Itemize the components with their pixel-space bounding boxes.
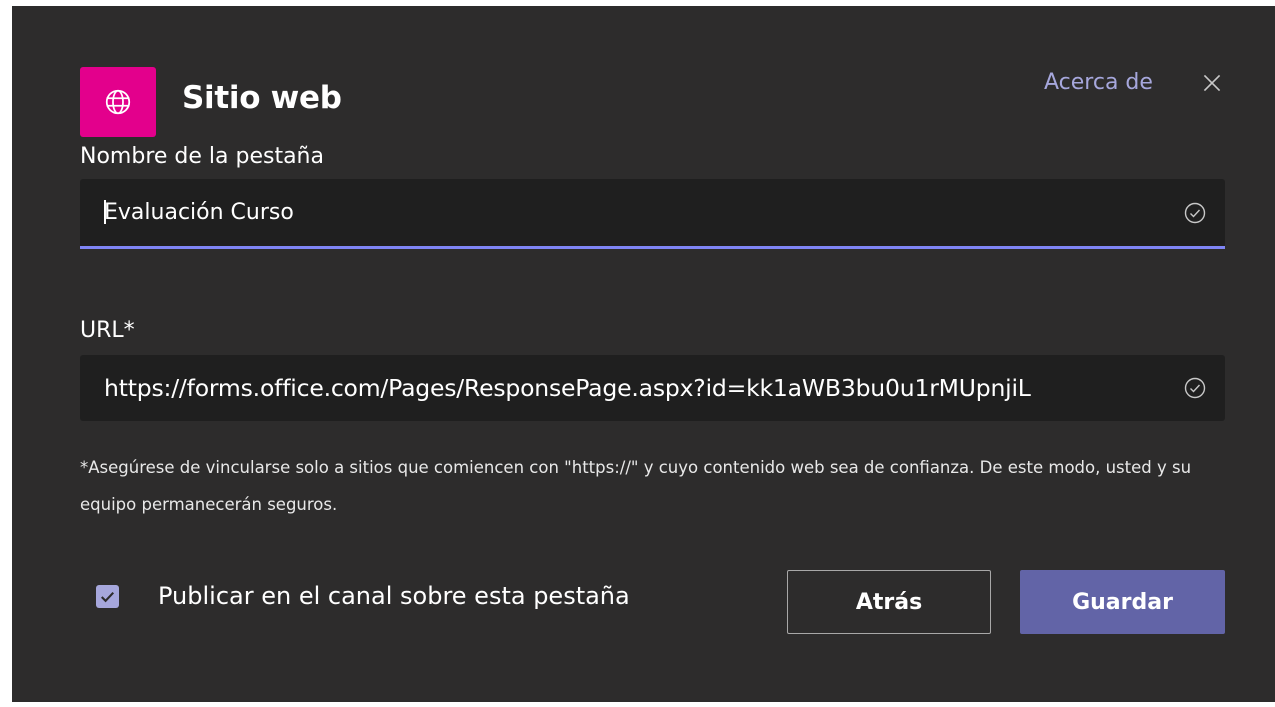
security-note: *Asegúrese de vincularse solo a sitios q…	[80, 458, 1192, 514]
post-to-channel-checkbox[interactable]	[96, 585, 119, 608]
dialog-title: Sitio web	[182, 80, 342, 116]
save-button[interactable]: Guardar	[1020, 570, 1225, 634]
about-link[interactable]: Acerca de	[1044, 70, 1153, 95]
website-tab-dialog: Sitio web Acerca de Nombre de la pestaña…	[12, 6, 1275, 702]
close-icon[interactable]	[1199, 70, 1225, 96]
checkmark-icon	[101, 591, 115, 603]
check-circle-icon	[1184, 202, 1206, 223]
check-circle-icon	[1184, 377, 1206, 399]
tab-name-label: Nombre de la pestaña	[80, 144, 324, 169]
url-value: https://forms.office.com/Pages/ResponseP…	[104, 374, 1031, 402]
tab-name-input[interactable]: Evaluación Curso	[80, 179, 1225, 249]
url-input[interactable]: https://forms.office.com/Pages/ResponseP…	[80, 355, 1225, 421]
url-label: URL*	[80, 318, 135, 343]
post-to-channel-label[interactable]: Publicar en el canal sobre esta pestaña	[158, 582, 630, 610]
globe-icon	[105, 89, 131, 115]
text-caret	[104, 199, 106, 224]
tab-name-input-value-wrap: Evaluación Curso	[104, 199, 1155, 226]
back-button[interactable]: Atrás	[787, 570, 991, 634]
tab-name-value: Evaluación Curso	[104, 199, 294, 225]
app-tile	[80, 67, 156, 137]
